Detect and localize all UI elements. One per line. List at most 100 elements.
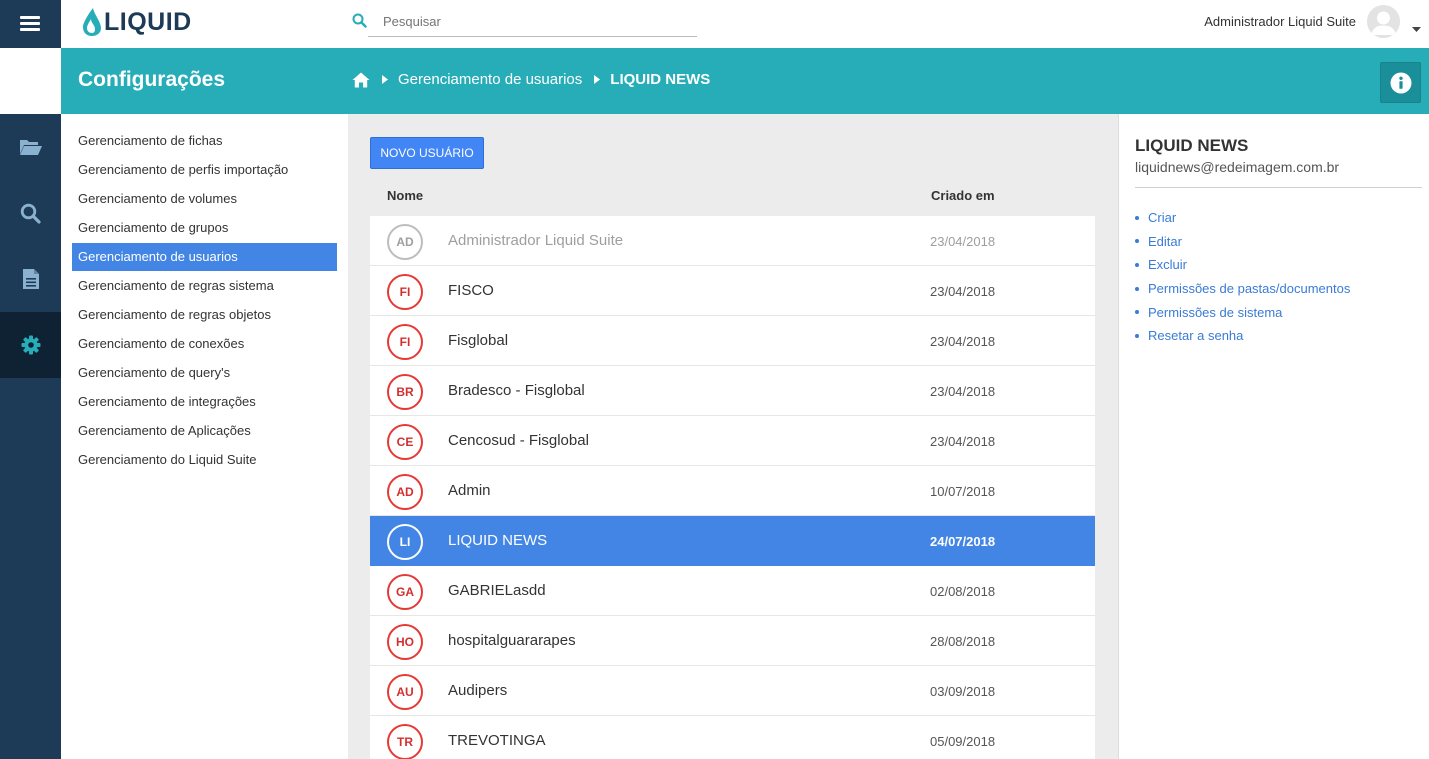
chevron-right-icon <box>382 71 388 88</box>
user-row[interactable]: AD Administrador Liquid Suite 23/04/2018 <box>370 216 1095 266</box>
user-row[interactable]: AU Audipers 03/09/2018 <box>370 666 1095 716</box>
nav-rail <box>0 114 61 759</box>
gear-icon <box>21 335 40 355</box>
settings-menu-item[interactable]: Gerenciamento de regras objetos <box>72 301 337 329</box>
user-action-link[interactable]: Excluir <box>1135 253 1350 277</box>
document-icon <box>22 269 39 289</box>
hamburger-line <box>20 16 40 19</box>
drop-logo-icon <box>83 8 101 36</box>
user-name-cell: Cencosud - Fisglobal <box>448 432 589 449</box>
settings-menu-item[interactable]: Gerenciamento de Aplicações <box>72 417 337 445</box>
user-detail-panel: LIQUID NEWS liquidnews@redeimagem.com.br… <box>1118 114 1429 759</box>
settings-menu-item[interactable]: Gerenciamento de query's <box>72 359 337 387</box>
bullet <box>1135 215 1139 220</box>
user-action-link[interactable]: Permissões de sistema <box>1135 300 1350 324</box>
settings-menu-item[interactable]: Gerenciamento de integrações <box>72 388 337 416</box>
avatar[interactable] <box>1367 5 1400 38</box>
rail-item-folders[interactable] <box>0 114 61 180</box>
user-list: AD Administrador Liquid Suite 23/04/2018 FI… <box>370 216 1095 759</box>
user-name-cell: Bradesco - Fisglobal <box>448 382 585 399</box>
settings-menu: Gerenciamento de fichas Gerenciamento de … <box>61 114 348 759</box>
settings-menu-item[interactable]: Gerenciamento de fichas <box>72 127 337 155</box>
user-initials-badge: AD <box>387 224 423 260</box>
user-created-cell: 02/08/2018 <box>930 584 996 599</box>
user-name-cell: Audipers <box>448 682 508 699</box>
user-initials-badge: LI <box>387 524 423 560</box>
user-row[interactable]: BR Bradesco - Fisglobal 23/04/2018 <box>370 366 1095 416</box>
user-row[interactable]: GA GABRIELasdd 02/08/2018 <box>370 566 1095 616</box>
bullet <box>1135 333 1139 338</box>
detail-user-email: liquidnews@redeimagem.com.br <box>1135 159 1340 175</box>
user-avatar-icon <box>1367 5 1400 38</box>
user-action-label: Criar <box>1148 210 1177 226</box>
user-name-cell: TREVOTINGA <box>448 732 546 749</box>
user-name-cell: FISCO <box>448 282 494 299</box>
user-created-cell: 03/09/2018 <box>930 684 996 699</box>
user-initials-badge: GA <box>387 574 423 610</box>
user-initials-badge: FI <box>387 324 423 360</box>
settings-menu-item[interactable]: Gerenciamento de conexões <box>72 330 337 358</box>
hamburger-line <box>20 22 40 25</box>
rail-item-search[interactable] <box>0 180 61 246</box>
user-row[interactable]: LI LIQUID NEWS 24/07/2018 <box>370 516 1095 566</box>
users-panel: NOVO USUÁRIO Nome Criado em AD Administra… <box>348 114 1118 759</box>
user-name[interactable]: Administrador Liquid Suite <box>1204 14 1356 29</box>
user-initials-badge: AU <box>387 674 423 710</box>
hamburger-menu-button[interactable] <box>0 0 61 48</box>
breadcrumb-users-link[interactable]: Gerenciamento de usuarios <box>398 71 582 88</box>
info-button[interactable] <box>1380 62 1421 103</box>
info-icon <box>1390 72 1411 93</box>
settings-menu-item[interactable]: Gerenciamento do Liquid Suite <box>72 446 337 474</box>
rail-item-documents[interactable] <box>0 246 61 312</box>
user-action-label: Resetar a senha <box>1148 328 1244 344</box>
user-created-cell: 23/04/2018 <box>930 234 996 249</box>
user-created-cell: 23/04/2018 <box>930 284 996 299</box>
chevron-down-icon[interactable] <box>1412 20 1421 38</box>
settings-menu-item[interactable]: Gerenciamento de volumes <box>72 185 337 213</box>
column-header-created[interactable]: Criado em <box>931 188 995 203</box>
user-created-cell: 23/04/2018 <box>930 334 996 349</box>
bullet <box>1135 310 1139 315</box>
user-actions-list: Criar Editar Excluir Permissões de pastas/d… <box>1135 206 1350 348</box>
detail-user-name: LIQUID NEWS <box>1135 136 1249 155</box>
user-row[interactable]: CE Cencosud - Fisglobal 23/04/2018 <box>370 416 1095 466</box>
user-action-link[interactable]: Permissões de pastas/documentos <box>1135 277 1350 301</box>
chevron-right-icon <box>594 71 601 88</box>
column-header-name[interactable]: Nome <box>387 188 423 203</box>
logo-text: LIQUID <box>104 7 192 36</box>
bullet <box>1135 286 1139 291</box>
user-row[interactable]: AD Admin 10/07/2018 <box>370 466 1095 516</box>
user-row[interactable]: FI FISCO 23/04/2018 <box>370 266 1095 316</box>
user-name-cell: LIQUID NEWS <box>448 532 548 549</box>
user-initials-badge: BR <box>387 374 423 410</box>
user-name-cell: Administrador Liquid Suite <box>448 232 624 249</box>
user-row[interactable]: FI Fisglobal 23/04/2018 <box>370 316 1095 366</box>
user-action-link[interactable]: Editar <box>1135 230 1350 254</box>
user-created-cell: 28/08/2018 <box>930 634 996 649</box>
rail-item-settings[interactable] <box>0 312 61 378</box>
user-initials-badge: AD <box>387 474 423 510</box>
logo[interactable]: LIQUID <box>82 6 192 38</box>
settings-menu-item[interactable]: Gerenciamento de usuarios <box>72 243 337 271</box>
search-icon <box>352 13 367 33</box>
settings-menu-item[interactable]: Gerenciamento de perfis importação <box>72 156 337 184</box>
user-action-label: Editar <box>1148 233 1182 249</box>
user-row[interactable]: HO hospitalguararapes 28/08/2018 <box>370 616 1095 666</box>
user-created-cell: 24/07/2018 <box>930 534 996 549</box>
user-action-link[interactable]: Resetar a senha <box>1135 324 1350 348</box>
user-action-link[interactable]: Criar <box>1135 206 1350 230</box>
home-icon[interactable] <box>352 72 370 88</box>
user-name-cell: GABRIELasdd <box>448 582 546 599</box>
settings-menu-item[interactable]: Gerenciamento de regras sistema <box>72 272 337 300</box>
user-initials-badge: TR <box>387 724 423 759</box>
user-action-label: Permissões de pastas/documentos <box>1148 281 1351 297</box>
breadcrumb: Gerenciamento de usuarios LIQUID NEWS <box>352 71 710 88</box>
search-input[interactable] <box>368 7 697 37</box>
user-row[interactable]: TR TREVOTINGA 05/09/2018 <box>370 716 1095 759</box>
user-created-cell: 23/04/2018 <box>930 434 996 449</box>
new-user-button[interactable]: NOVO USUÁRIO <box>370 137 484 169</box>
settings-menu-item[interactable]: Gerenciamento de grupos <box>72 214 337 242</box>
page-header: Configurações Gerenciamento de usuarios … <box>61 48 1429 114</box>
user-initials-badge: CE <box>387 424 423 460</box>
breadcrumb-current: LIQUID NEWS <box>610 71 711 88</box>
